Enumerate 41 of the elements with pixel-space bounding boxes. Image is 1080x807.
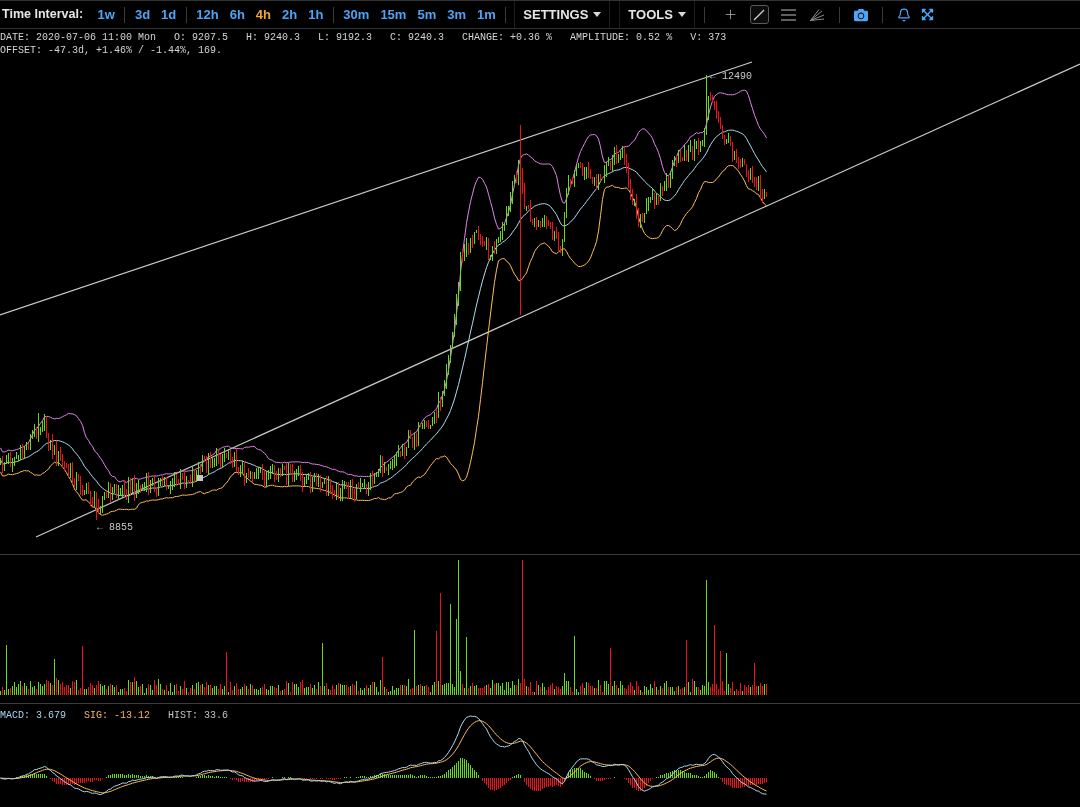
caret-icon [677,12,686,17]
interval-button[interactable]: 3d [129,4,156,25]
macd-reading: HIST: 33.6 [168,709,229,722]
camera-icon [853,7,868,22]
ohlc-info-text: L: 9192.3 [318,31,373,44]
interval-button[interactable]: 5m [411,4,442,25]
macd-reading: MACD: 3.679 [0,709,66,722]
interval-button[interactable]: 4h [250,4,277,25]
interval-button[interactable]: 12h [190,4,225,25]
interval-button[interactable]: 6h [224,4,251,25]
interval-button[interactable]: 15m [374,4,412,25]
interval-button[interactable]: 1h [302,4,329,25]
horizontal-lines-icon [780,8,796,21]
caret-icon [593,12,602,17]
plus-icon [722,7,738,22]
ohlc-info-text: V: 373 [690,31,727,44]
interval-button[interactable]: 1d [155,4,182,25]
ohlc-info-text: DATE: 2020-07-06 11:00 Mon [0,31,157,44]
ohlc-info-text: AMPLITUDE: 0.52 % [570,31,673,44]
dropdown-menu-button[interactable]: SETTINGS [514,1,611,28]
ohlc-info-text: C: 9240.3 [390,31,445,44]
diagonal-line-icon [753,8,766,21]
macd-reading: SIG: -13.12 [84,709,151,722]
square-marker-icon [197,475,203,481]
price-marker-label: ← 8855 [97,522,133,533]
fan-lines-icon [809,8,825,21]
interval-button[interactable]: 1w [92,4,121,25]
ohlc-info-text: O: 9207.5 [174,31,229,44]
interval-button[interactable]: 30m [337,4,375,25]
expand-icon [921,8,935,21]
interval-button[interactable]: 1m [471,4,502,25]
offset-info-text: OFFSET: -47.3d, +1.46% / -1.44%, 169. [0,45,223,56]
time-interval-label: Time Interval: [2,6,84,24]
bell-icon [896,7,911,22]
line-tool-button[interactable] [749,5,769,24]
ohlc-info-text: H: 9240.3 [246,31,301,44]
interval-button[interactable]: 2h [276,4,303,25]
price-marker-label: ← 12490 [710,71,752,82]
interval-button[interactable]: 3m [441,4,472,25]
ohlc-info-text: CHANGE: +0.36 % [462,31,553,44]
dropdown-menu-button[interactable]: TOOLS [619,1,695,28]
